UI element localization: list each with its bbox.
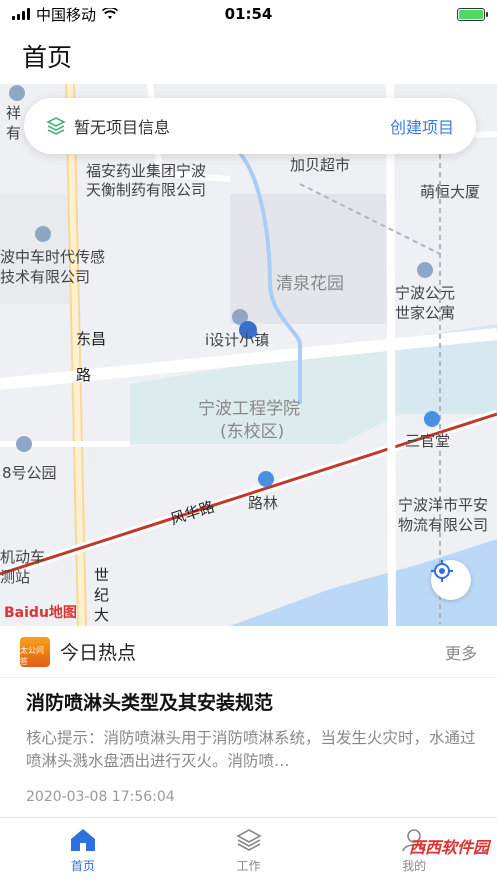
watermark-logo: 西西软件园 bbox=[408, 838, 489, 857]
map-label: 清泉花园 bbox=[276, 274, 344, 294]
project-info-card: 暂无项目信息 创建项目 bbox=[24, 98, 476, 154]
map-label: 福安药业集团宁波 bbox=[86, 162, 207, 180]
map-label: 有 bbox=[6, 124, 22, 142]
map-label: 路林 bbox=[248, 494, 279, 512]
map-label: 加贝超市 bbox=[290, 156, 351, 174]
map-label: 三官堂 bbox=[405, 432, 451, 450]
map-label: 物流有限公司 bbox=[398, 516, 489, 534]
wifi-icon bbox=[102, 8, 119, 19]
map-label: 萌恒大厦 bbox=[420, 183, 481, 201]
carrier-name: 中国移动 bbox=[36, 5, 97, 24]
status-left: 中国移动 bbox=[12, 4, 119, 25]
map-label: 波中车时代传感 bbox=[0, 248, 106, 266]
hot-badge-icon: 太公问答 bbox=[20, 636, 50, 667]
status-time: 01:54 bbox=[224, 5, 273, 23]
no-project-text: 暂无项目信息 bbox=[74, 118, 171, 137]
article-title: 消防喷淋头类型及其安装规范 bbox=[26, 692, 274, 714]
map-label: 东昌 bbox=[76, 330, 107, 348]
crosshair-icon bbox=[431, 560, 453, 582]
map-label: 宁波工程学院 bbox=[198, 399, 300, 419]
battery-icon bbox=[457, 7, 488, 21]
map-label: (东校区) bbox=[220, 422, 285, 442]
map-label: 祥 bbox=[6, 104, 22, 122]
page-title: 首页 bbox=[22, 43, 73, 72]
map-label: i设计小镇 bbox=[205, 331, 270, 349]
map-label: 纪 bbox=[94, 586, 110, 604]
home-icon bbox=[70, 829, 95, 851]
hot-section-header: 太公问答 今日热点 更多 bbox=[0, 626, 497, 678]
create-project-link[interactable]: 创建项目 bbox=[390, 114, 454, 138]
map-label: 技术有限公司 bbox=[0, 268, 91, 286]
layers-icon bbox=[46, 117, 66, 135]
article-summary: 核心提示：消防喷淋头用于消防喷淋系统，当发生火灾时，水通过喷淋头溅水盘洒出进行灭… bbox=[26, 729, 476, 770]
status-bar: 中国移动 01:54 bbox=[0, 0, 497, 28]
hot-title: 今日热点 bbox=[60, 642, 137, 664]
tab-label: 我的 bbox=[402, 859, 427, 873]
map-label: 测站 bbox=[0, 568, 31, 586]
article-item[interactable]: 消防喷淋头类型及其安装规范 核心提示：消防喷淋头用于消防喷淋系统，当发生火灾时，… bbox=[26, 688, 476, 805]
map-label: 8号公园 bbox=[2, 464, 57, 482]
map-label: 天衡制药有限公司 bbox=[86, 181, 207, 199]
more-link[interactable]: 更多 bbox=[445, 640, 477, 664]
map-label: 大 bbox=[94, 606, 110, 624]
tab-label: 工作 bbox=[236, 859, 261, 873]
signal-icon bbox=[12, 8, 30, 20]
tab-work[interactable]: 工作 bbox=[166, 818, 332, 883]
map-label: 机动车 bbox=[0, 548, 46, 566]
tab-home[interactable]: 首页 bbox=[0, 818, 166, 883]
map-view[interactable]: 祥 有 福安药业集团宁波 天衡制药有限公司 加贝超市 萌恒大厦 波中车时代传感 … bbox=[0, 84, 497, 626]
map-graphics bbox=[0, 84, 497, 626]
hot-badge-text: 太公问答 bbox=[20, 645, 44, 666]
tab-label: 首页 bbox=[70, 859, 95, 873]
map-label: 宁波洋市平安 bbox=[398, 496, 489, 514]
article-date: 2020-03-08 17:56:04 bbox=[26, 789, 175, 805]
map-label: 路 bbox=[76, 366, 92, 384]
layers-icon bbox=[235, 829, 262, 851]
map-label: 世 bbox=[94, 566, 110, 584]
baidu-map-logo: Baidu地图 bbox=[4, 605, 77, 621]
map-label: 世家公寓 bbox=[395, 304, 456, 322]
map-label: 宁波公元 bbox=[395, 284, 456, 302]
locate-button[interactable] bbox=[431, 560, 471, 600]
